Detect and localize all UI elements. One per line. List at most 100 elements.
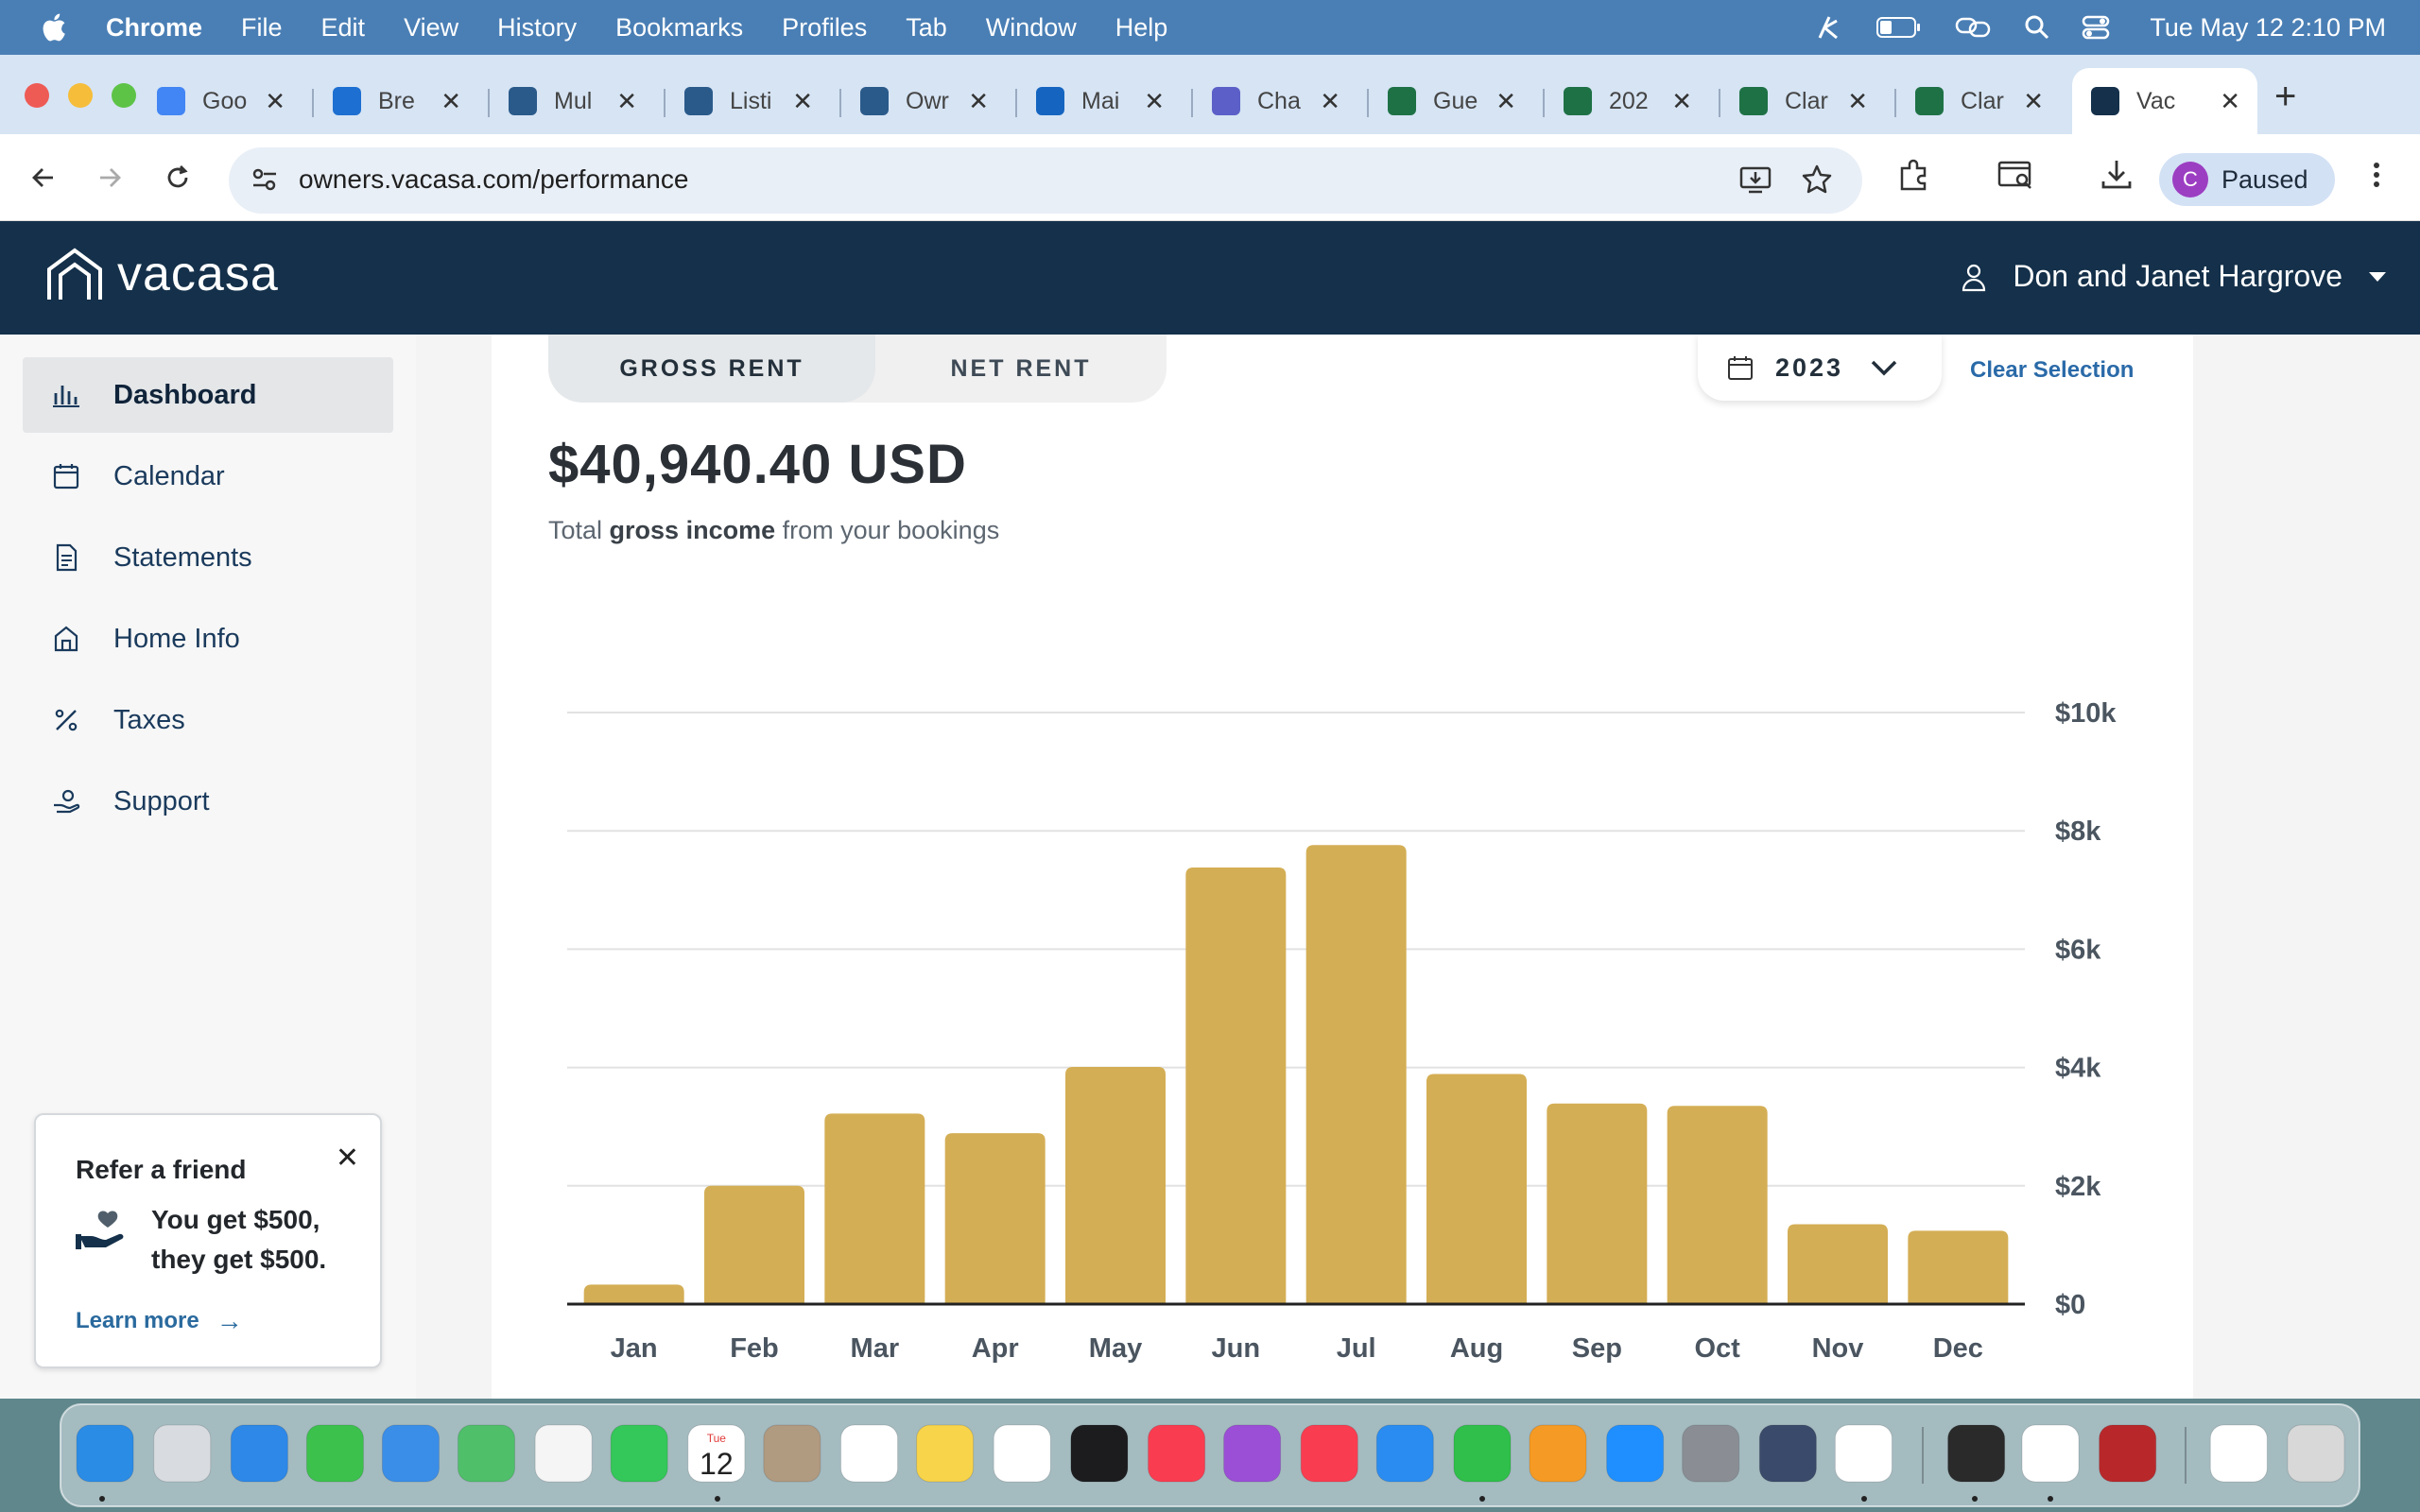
dock-podcasts-icon[interactable] bbox=[1223, 1424, 1282, 1483]
tab-7[interactable]: Cha ✕ bbox=[1193, 68, 1369, 134]
close-tab-icon[interactable]: ✕ bbox=[1144, 87, 1165, 116]
dock-chrome-icon[interactable] bbox=[1834, 1424, 1893, 1483]
profile-button[interactable]: C Paused bbox=[2159, 153, 2335, 206]
reload-button[interactable] bbox=[159, 159, 197, 197]
dock-finder-icon[interactable] bbox=[76, 1424, 134, 1483]
sidebar-item-taxes[interactable]: Taxes bbox=[23, 682, 393, 758]
sidebar-item-statements[interactable]: Statements bbox=[23, 520, 393, 595]
dock-files-icon[interactable] bbox=[2209, 1424, 2268, 1483]
dock-textedit-icon[interactable] bbox=[2021, 1424, 2080, 1483]
dock-dictionary-icon[interactable] bbox=[2099, 1424, 2157, 1483]
control-center-icon[interactable] bbox=[2082, 13, 2110, 42]
dock-reminders-icon[interactable] bbox=[840, 1424, 899, 1483]
close-tab-icon[interactable]: ✕ bbox=[265, 87, 285, 116]
install-app-icon[interactable] bbox=[1737, 163, 1773, 198]
klack-icon[interactable] bbox=[1811, 13, 1845, 42]
tab-search-icon[interactable] bbox=[1996, 157, 2034, 193]
dock-notes-icon[interactable] bbox=[916, 1424, 975, 1483]
menu-file[interactable]: File bbox=[241, 13, 283, 43]
more-menu-icon[interactable] bbox=[2363, 157, 2390, 193]
bookmark-star-icon[interactable] bbox=[1800, 163, 1834, 197]
menu-app-name[interactable]: Chrome bbox=[106, 13, 202, 43]
dock-launchpad-icon[interactable] bbox=[153, 1424, 212, 1483]
dock-preview-icon[interactable] bbox=[1947, 1424, 2006, 1483]
close-tab-icon[interactable]: ✕ bbox=[968, 87, 989, 116]
dock-tv-icon[interactable] bbox=[1070, 1424, 1129, 1483]
minimize-window-button[interactable] bbox=[68, 83, 93, 108]
dock-maps-icon[interactable] bbox=[457, 1424, 515, 1483]
close-window-button[interactable] bbox=[25, 83, 49, 108]
tab-4[interactable]: Listi ✕ bbox=[666, 68, 841, 134]
dock-numbers-icon[interactable] bbox=[1453, 1424, 1512, 1483]
dock-contacts-icon[interactable] bbox=[763, 1424, 821, 1483]
close-tab-icon[interactable]: ✕ bbox=[441, 87, 461, 116]
dock-iphone-mirroring-icon[interactable] bbox=[1758, 1424, 1817, 1483]
close-tab-icon[interactable]: ✕ bbox=[2023, 87, 2044, 116]
new-tab-button[interactable]: + bbox=[2274, 76, 2296, 118]
tab-12[interactable]: Vac ✕ bbox=[2072, 68, 2257, 134]
dock-app-store-icon[interactable] bbox=[1606, 1424, 1665, 1483]
apple-icon[interactable] bbox=[38, 11, 68, 43]
user-menu[interactable]: Don and Janet Hargrove bbox=[1960, 259, 2386, 294]
vacasa-home-logo-icon bbox=[47, 248, 102, 300]
close-tab-icon[interactable]: ✕ bbox=[1847, 87, 1868, 116]
close-tab-icon[interactable]: ✕ bbox=[616, 87, 637, 116]
spotlight-search-icon[interactable] bbox=[2023, 13, 2051, 42]
zoom-window-button[interactable] bbox=[112, 83, 136, 108]
dock-running-indicator bbox=[99, 1496, 105, 1502]
downloads-icon[interactable] bbox=[2099, 157, 2135, 193]
x-tick-label: Feb bbox=[730, 1333, 779, 1364]
dock-music-icon[interactable] bbox=[1148, 1424, 1206, 1483]
dock-freeform-icon[interactable] bbox=[993, 1424, 1051, 1483]
tab-2[interactable]: Bre ✕ bbox=[314, 68, 490, 134]
sidebar-item-support[interactable]: Support bbox=[23, 764, 393, 839]
close-tab-icon[interactable]: ✕ bbox=[2220, 87, 2240, 116]
close-tab-icon[interactable]: ✕ bbox=[1320, 87, 1340, 116]
dock-pages-icon[interactable] bbox=[1529, 1424, 1587, 1483]
dock-safari-icon[interactable] bbox=[230, 1424, 288, 1483]
menu-view[interactable]: View bbox=[404, 13, 458, 43]
dock-system-settings-icon[interactable] bbox=[1682, 1424, 1740, 1483]
tab-10[interactable]: Clar ✕ bbox=[1720, 68, 1896, 134]
dock-mail-icon[interactable] bbox=[381, 1424, 440, 1483]
dock-trash-icon[interactable] bbox=[2287, 1424, 2345, 1483]
close-tab-icon[interactable]: ✕ bbox=[1495, 87, 1516, 116]
learn-more-link[interactable]: Learn more → bbox=[76, 1306, 243, 1336]
menu-tab[interactable]: Tab bbox=[906, 13, 947, 43]
sidebar-item-dashboard[interactable]: Dashboard bbox=[23, 357, 393, 433]
tab-9[interactable]: 202 ✕ bbox=[1545, 68, 1720, 134]
close-icon[interactable]: ✕ bbox=[336, 1142, 359, 1175]
site-info-icon[interactable] bbox=[250, 164, 280, 195]
sidebar-item-home-info[interactable]: Home Info bbox=[23, 601, 393, 677]
forward-button[interactable] bbox=[91, 159, 129, 197]
menu-help[interactable]: Help bbox=[1115, 13, 1168, 43]
back-button[interactable] bbox=[25, 159, 62, 197]
menu-edit[interactable]: Edit bbox=[321, 13, 366, 43]
tab-6[interactable]: Mai ✕ bbox=[1017, 68, 1193, 134]
url-text[interactable]: owners.vacasa.com/performance bbox=[299, 164, 688, 195]
vacasa-logo[interactable]: vacasa bbox=[45, 246, 279, 302]
tab-3[interactable]: Mul ✕ bbox=[490, 68, 666, 134]
dock-keynote-icon[interactable] bbox=[1375, 1424, 1434, 1483]
tab-5[interactable]: Owr ✕ bbox=[841, 68, 1017, 134]
dock-photos-icon[interactable] bbox=[534, 1424, 593, 1483]
close-tab-icon[interactable]: ✕ bbox=[792, 87, 813, 116]
bar-apr bbox=[944, 1133, 1046, 1304]
sidebar-item-calendar[interactable]: Calendar bbox=[23, 438, 393, 514]
address-bar[interactable]: owners.vacasa.com/performance bbox=[229, 147, 1862, 214]
dock-messages-icon[interactable] bbox=[305, 1424, 364, 1483]
battery-icon[interactable] bbox=[1876, 13, 1923, 42]
tab-1[interactable]: Goo ✕ bbox=[138, 68, 314, 134]
dock-facetime-icon[interactable] bbox=[610, 1424, 668, 1483]
menu-bookmarks[interactable]: Bookmarks bbox=[615, 13, 743, 43]
extensions-icon[interactable] bbox=[1896, 157, 1932, 193]
menu-history[interactable]: History bbox=[497, 13, 577, 43]
menu-profiles[interactable]: Profiles bbox=[782, 13, 867, 43]
tab-8[interactable]: Gue ✕ bbox=[1369, 68, 1545, 134]
menu-clock[interactable]: Tue May 12 2:10 PM bbox=[2150, 13, 2386, 43]
tab-11[interactable]: Clar ✕ bbox=[1896, 68, 2061, 134]
dock-news-icon[interactable] bbox=[1300, 1424, 1358, 1483]
screen-mirroring-icon[interactable] bbox=[1953, 13, 1993, 42]
close-tab-icon[interactable]: ✕ bbox=[1671, 87, 1692, 116]
menu-window[interactable]: Window bbox=[986, 13, 1077, 43]
